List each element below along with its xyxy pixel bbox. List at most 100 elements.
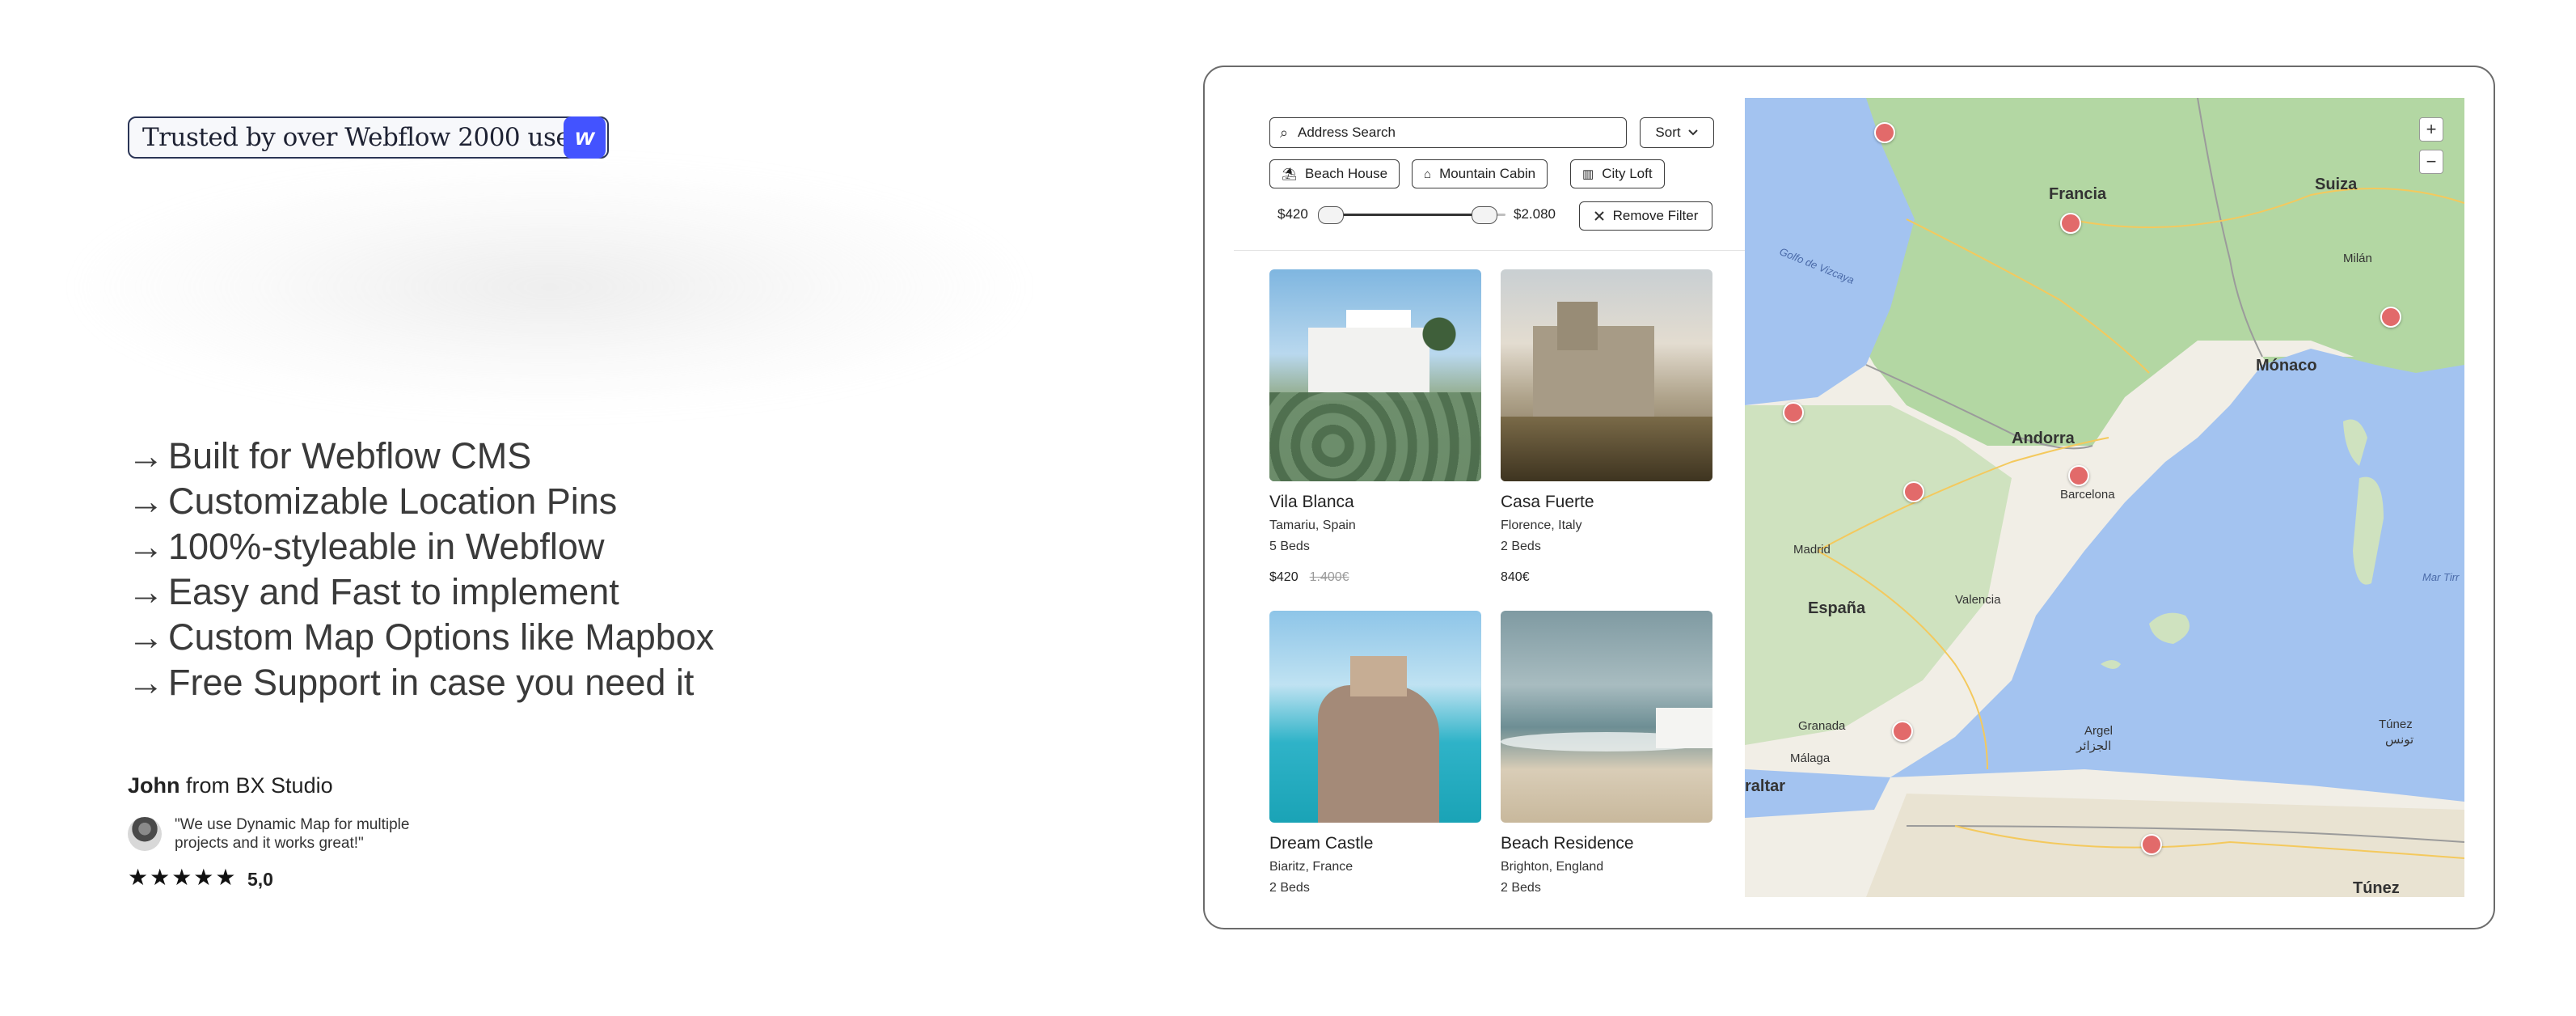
avatar — [128, 817, 162, 851]
current-price: 840€ — [1501, 570, 1530, 584]
map-label: Francia — [2049, 185, 2107, 203]
location-pin[interactable] — [2060, 213, 2081, 234]
feature-item: → 100%-styleable in Webflow — [128, 524, 714, 569]
price-slider-max-handle[interactable] — [1472, 206, 1497, 224]
listing-location: Brighton, England — [1501, 860, 1604, 874]
location-pin[interactable] — [2141, 834, 2162, 855]
old-price: 1.400€ — [1309, 570, 1349, 584]
listing-name: Beach Residence — [1501, 834, 1634, 853]
listing-card[interactable]: Casa Fuerte Florence, Italy 2 Beds 840€ — [1501, 269, 1712, 585]
price-max-label: $2.080 — [1514, 206, 1556, 222]
zoom-out-button[interactable]: − — [2419, 150, 2443, 174]
listing-card[interactable]: Beach Residence Brighton, England 2 Beds — [1501, 611, 1712, 895]
feature-item: → Customizable Location Pins — [128, 479, 714, 524]
umbrella-icon: ⛱ — [1282, 167, 1298, 181]
map-label: Túnez — [2379, 718, 2413, 731]
filter-chip-beach-house[interactable]: ⛱ Beach House — [1269, 159, 1400, 188]
listing-price: 840€ — [1501, 570, 1712, 585]
arrow-right-icon: → — [128, 662, 164, 703]
map-label: Suiza — [2315, 176, 2358, 193]
webflow-logo: w — [564, 116, 606, 159]
feature-list: → Built for Webflow CMS → Customizable Loc… — [128, 434, 714, 705]
listing-name: Vila Blanca — [1269, 493, 1354, 511]
price-slider-fill — [1334, 214, 1488, 216]
feature-item: → Free Support in case you need it — [128, 660, 714, 705]
sort-label: Sort — [1655, 125, 1681, 140]
map-label: Granada — [1798, 719, 1846, 733]
location-pin[interactable] — [2068, 465, 2089, 486]
app-preview-frame: ⌕ Address Search Sort ⛱ Beach House ⌂ Mo… — [1203, 66, 2495, 929]
listing-price: $420 1.400€ — [1269, 570, 1481, 585]
divider — [1234, 250, 1745, 251]
listing-name: Casa Fuerte — [1501, 493, 1594, 511]
search-input[interactable]: ⌕ Address Search — [1269, 117, 1627, 148]
map-label: Túnez — [2353, 879, 2400, 897]
arrow-right-icon: → — [128, 480, 164, 522]
location-pin[interactable] — [2380, 307, 2401, 328]
cabin-icon: ⌂ — [1424, 167, 1432, 181]
feature-text: 100%-styleable in Webflow — [168, 526, 605, 567]
chevron-down-icon — [1687, 129, 1698, 136]
map-label: Madrid — [1793, 543, 1831, 557]
chip-label: City Loft — [1602, 166, 1653, 181]
price-min-label: $420 — [1277, 206, 1308, 222]
remove-filter-button[interactable]: Remove Filter — [1579, 201, 1712, 231]
feature-item: → Built for Webflow CMS — [128, 434, 714, 479]
map-label: Valencia — [1955, 593, 2001, 607]
map-label: España — [1808, 599, 1866, 617]
close-icon — [1594, 211, 1604, 221]
filter-chip-city-loft[interactable]: ▥ City Loft — [1570, 159, 1665, 188]
trust-badge: Trusted by over Webflow 2000 users — [128, 116, 609, 159]
rating-value: 5,0 — [247, 869, 273, 890]
location-pin[interactable] — [1783, 402, 1804, 423]
listing-beds: 2 Beds — [1269, 881, 1310, 895]
map-label: Mónaco — [2256, 357, 2317, 375]
map-view[interactable]: Francia Suiza Milán Mónaco Golfo de Vizc… — [1745, 98, 2464, 897]
listing-card[interactable]: Vila Blanca Tamariu, Spain 5 Beds $420 1.… — [1269, 269, 1481, 585]
current-price: $420 — [1269, 570, 1299, 584]
listing-location: Florence, Italy — [1501, 519, 1582, 532]
author-company: from BX Studio — [186, 773, 333, 798]
location-pin[interactable] — [1892, 721, 1913, 742]
filter-chip-mountain-cabin[interactable]: ⌂ Mountain Cabin — [1412, 159, 1548, 188]
feature-text: Built for Webflow CMS — [168, 435, 532, 476]
map-label: Barcelona — [2060, 488, 2115, 502]
listing-card[interactable]: Dream Castle Biaritz, France 2 Beds — [1269, 611, 1481, 895]
author-name: John — [128, 773, 180, 798]
listing-photo[interactable] — [1269, 611, 1481, 823]
headline-blur — [81, 166, 1019, 409]
map-label: Argel — [2084, 724, 2114, 738]
arrow-right-icon: → — [128, 435, 164, 476]
listing-photo[interactable] — [1501, 611, 1712, 823]
map-label: الجزائر — [2076, 739, 2112, 753]
location-pin[interactable] — [1903, 481, 1924, 502]
chip-label: Mountain Cabin — [1439, 166, 1536, 181]
map-label: raltar — [1745, 777, 1786, 795]
remove-filter-label: Remove Filter — [1612, 208, 1699, 223]
testimonial-quote: "We use Dynamic Map for multiple project… — [175, 816, 410, 852]
listing-location: Biaritz, France — [1269, 860, 1353, 874]
price-slider-min-handle[interactable] — [1318, 206, 1344, 224]
map-label: Málaga — [1790, 751, 1831, 765]
location-pin[interactable] — [1874, 122, 1895, 143]
building-icon: ▥ — [1582, 167, 1594, 181]
star-rating-icon: ★★★★★ — [128, 865, 238, 890]
search-icon: ⌕ — [1279, 124, 1289, 141]
feature-text: Customizable Location Pins — [168, 480, 618, 522]
listing-beds: 5 Beds — [1269, 540, 1310, 553]
listing-photo[interactable] — [1501, 269, 1712, 481]
feature-text: Custom Map Options like Mapbox — [168, 616, 715, 658]
zoom-in-button[interactable]: + — [2419, 117, 2443, 142]
arrow-right-icon: → — [128, 616, 164, 658]
arrow-right-icon: → — [128, 571, 164, 612]
map-label: Milán — [2343, 252, 2372, 265]
listing-photo[interactable] — [1269, 269, 1481, 481]
sort-button[interactable]: Sort — [1640, 117, 1714, 148]
chip-label: Beach House — [1305, 166, 1388, 181]
feature-text: Free Support in case you need it — [168, 662, 695, 703]
arrow-right-icon: → — [128, 526, 164, 567]
listing-panel: ⌕ Address Search Sort ⛱ Beach House ⌂ Mo… — [1205, 67, 1745, 928]
listing-location: Tamariu, Spain — [1269, 519, 1356, 532]
listing-name: Dream Castle — [1269, 834, 1374, 853]
map-label: Andorra — [2012, 430, 2075, 447]
